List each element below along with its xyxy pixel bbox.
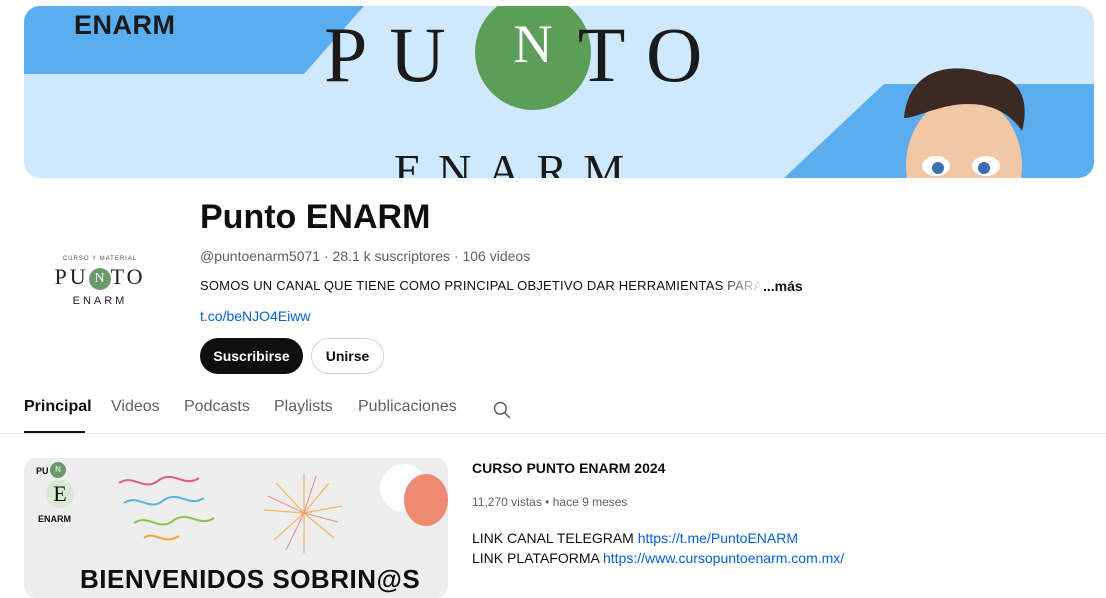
description-line-platform: LINK PLATAFORMA https://www.cursopuntoen… (472, 550, 845, 566)
banner-avatar-illustration (904, 68, 1025, 178)
description-more-link[interactable]: ...más (763, 278, 803, 294)
channel-link[interactable]: t.co/beNJO4Eiww (200, 308, 310, 324)
description-line-telegram: LINK CANAL TELEGRAM https://t.me/PuntoEN… (472, 530, 799, 546)
tab-podcasts[interactable]: Podcasts (184, 398, 250, 416)
avatar-main-text: PU N TO (30, 264, 170, 290)
view-count: 11,270 vistas (472, 495, 542, 509)
featured-video-meta: 11,270 vistas • hace 9 meses (472, 495, 628, 509)
thumbnail-title: BIENVENIDOS SOBRIN@S (80, 564, 421, 594)
tab-playlists[interactable]: Playlists (274, 398, 333, 416)
thumbnail-logo: PU TO N E ENARM (36, 462, 84, 532)
channel-avatar[interactable]: CURSO Y MATERIAL PU N TO ENARM (30, 220, 170, 360)
telegram-link[interactable]: https://t.me/PuntoENARM (638, 530, 798, 546)
video-count: 106 videos (462, 248, 531, 264)
tab-videos[interactable]: Videos (111, 398, 160, 416)
featured-video-title[interactable]: CURSO PUNTO ENARM 2024 (472, 460, 665, 476)
tabs-divider (0, 433, 1106, 434)
avatar-bottom-text: ENARM (72, 295, 128, 307)
join-button[interactable]: Unirse (311, 338, 384, 374)
tab-principal[interactable]: Principal (24, 398, 92, 416)
channel-banner: ENARM N PU TO ENARM (24, 6, 1094, 178)
search-icon[interactable] (492, 400, 512, 420)
channel-meta: @puntoenarm5071 · 28.1 k suscriptores · … (200, 248, 531, 264)
avatar-main-left: PU (54, 264, 89, 289)
channel-handle[interactable]: @puntoenarm5071 (200, 248, 320, 264)
platform-link[interactable]: https://www.cursopuntoenarm.com.mx/ (603, 550, 844, 566)
tab-publicaciones[interactable]: Publicaciones (358, 398, 457, 416)
subscribe-button[interactable]: Suscribirse (200, 338, 303, 374)
channel-description[interactable]: SOMOS UN CANAL QUE TIENE COMO PRINCIPAL … (200, 278, 760, 293)
channel-name: Punto ENARM (200, 198, 431, 236)
avatar-main-right: TO (110, 264, 146, 289)
avatar-top-text: CURSO Y MATERIAL (62, 256, 138, 262)
avatar-n-circle: N (88, 268, 111, 290)
featured-video-thumbnail[interactable]: PU TO N E ENARM BIENVENIDOS SOBRIN@S (24, 458, 448, 598)
video-age: hace 9 meses (552, 495, 628, 509)
subscriber-count: 28.1 k suscriptores (332, 248, 451, 264)
